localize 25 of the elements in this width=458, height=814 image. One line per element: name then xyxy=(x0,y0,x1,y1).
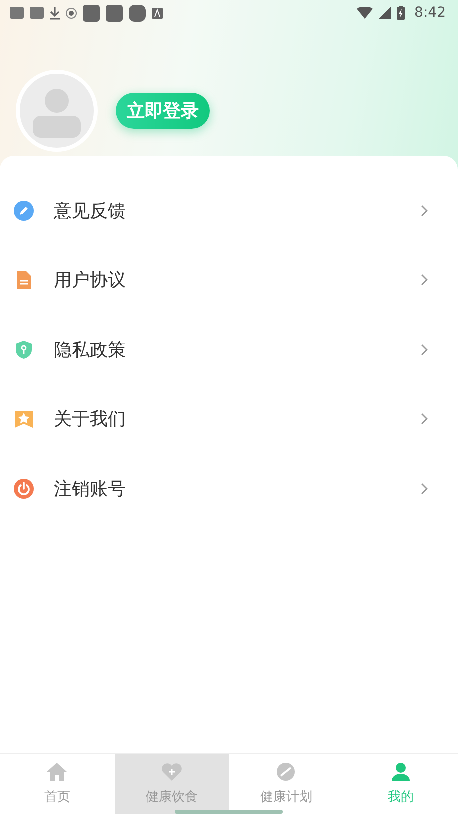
news-app-icon xyxy=(10,7,24,19)
news-app-icon xyxy=(30,7,44,19)
chevron-right-icon xyxy=(421,274,428,286)
wifi-icon xyxy=(356,7,373,19)
chevron-right-icon xyxy=(421,204,428,217)
person-icon xyxy=(390,762,412,782)
menu-item[interactable]: 关于我们 xyxy=(0,384,458,454)
download-icon xyxy=(50,6,60,20)
battery-icon xyxy=(396,6,405,20)
chevron-right-icon xyxy=(421,344,428,356)
home-icon xyxy=(46,762,68,782)
app-icon xyxy=(106,4,123,22)
menu-item[interactable]: 意见反馈 xyxy=(0,176,458,246)
font-app-icon xyxy=(152,8,163,18)
menu-item[interactable]: 注销账号 xyxy=(0,454,458,524)
heart-icon xyxy=(160,762,183,782)
chevron-right-icon xyxy=(421,413,428,426)
app-icon xyxy=(129,4,146,22)
menu-item[interactable]: 隐私政策 xyxy=(0,315,458,384)
menu-item[interactable]: 用户协议 xyxy=(0,246,458,315)
clock-time: 8:42 xyxy=(414,5,446,21)
app-icon xyxy=(83,4,100,22)
signal-icon xyxy=(378,7,391,19)
avatar-icon xyxy=(16,70,98,152)
chevron-right-icon xyxy=(421,482,428,495)
